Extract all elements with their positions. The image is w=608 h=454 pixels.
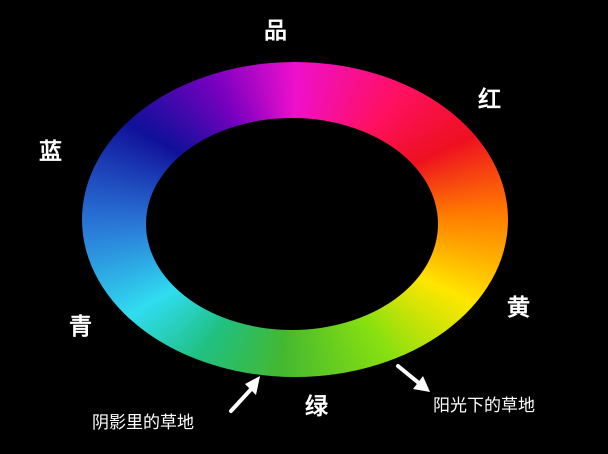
annotation-sunlit-grass: 阳光下的草地 (433, 396, 535, 416)
arrow-up-right-icon (229, 376, 260, 413)
label-blue: 蓝 (39, 139, 62, 165)
ring-center (146, 118, 438, 330)
label-red: 红 (478, 87, 501, 113)
label-green: 绿 (305, 394, 328, 420)
label-cyan: 青 (69, 314, 92, 340)
label-yellow: 黄 (507, 295, 530, 321)
label-magenta: 品 (264, 18, 287, 44)
annotation-shadow-grass: 阴影里的草地 (92, 413, 194, 433)
arrow-down-right-icon (396, 364, 430, 392)
color-wheel-diagram: 品 红 黄 绿 青 蓝 阴影里的草地 阳光下的草地 (0, 0, 608, 454)
